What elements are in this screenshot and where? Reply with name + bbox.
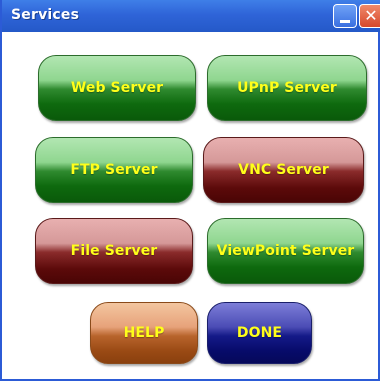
file-server-button[interactable]: File Server bbox=[35, 218, 193, 284]
web-server-label: Web Server bbox=[70, 80, 164, 96]
upnp-server-label: UPnP Server bbox=[237, 80, 337, 96]
close-button[interactable]: ✕ bbox=[359, 4, 380, 28]
window-title: Services bbox=[11, 7, 80, 23]
vnc-server-button[interactable]: VNC Server bbox=[203, 137, 364, 203]
ftp-server-label: FTP Server bbox=[70, 162, 158, 178]
services-window: Services ✕ Web Server UPnP Server FTP Se… bbox=[0, 0, 380, 381]
minimize-button[interactable] bbox=[333, 4, 357, 28]
viewpoint-server-button[interactable]: ViewPoint Server bbox=[207, 218, 364, 284]
file-server-label: File Server bbox=[70, 243, 158, 259]
help-button[interactable]: HELP bbox=[90, 302, 198, 364]
ftp-server-button[interactable]: FTP Server bbox=[35, 137, 193, 203]
viewpoint-server-label: ViewPoint Server bbox=[216, 243, 355, 259]
close-icon: ✕ bbox=[364, 6, 378, 25]
done-label: DONE bbox=[236, 325, 283, 341]
done-button[interactable]: DONE bbox=[207, 302, 312, 364]
help-label: HELP bbox=[123, 325, 165, 341]
title-bar[interactable]: Services ✕ bbox=[2, 0, 380, 32]
web-server-button[interactable]: Web Server bbox=[38, 55, 196, 121]
vnc-server-label: VNC Server bbox=[238, 162, 329, 178]
minimize-icon bbox=[340, 19, 350, 23]
upnp-server-button[interactable]: UPnP Server bbox=[207, 55, 367, 121]
